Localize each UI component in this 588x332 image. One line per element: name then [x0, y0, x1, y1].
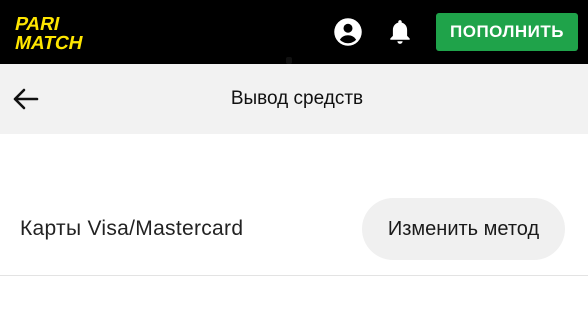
logo-line1: PARI: [13, 14, 61, 35]
top-bar: PARI MATCH ПОПОЛНИТЬ: [0, 0, 588, 64]
logo-line2: MATCH: [13, 33, 85, 52]
parimatch-logo-icon[interactable]: PARI MATCH: [8, 12, 126, 52]
account-icon[interactable]: [332, 16, 364, 48]
arrow-left-icon: [13, 88, 39, 110]
back-button[interactable]: [8, 81, 44, 117]
bell-icon: [390, 20, 410, 44]
stray-mark: [286, 57, 292, 64]
payment-method-row: Карты Visa/Mastercard Изменить метод: [0, 198, 588, 276]
page-title: Вывод средств: [230, 88, 364, 109]
account-circle-icon: [334, 18, 362, 46]
page-header: Вывод средств: [0, 64, 588, 134]
app-root: PARI MATCH ПОПОЛНИТЬ Вывод средств Карты…: [0, 0, 588, 332]
payment-method-name: Карты Visa/Mastercard: [20, 217, 244, 240]
change-method-button[interactable]: Изменить метод: [362, 198, 565, 260]
topup-button[interactable]: ПОПОЛНИТЬ: [436, 13, 578, 51]
notifications-icon[interactable]: [384, 16, 416, 48]
